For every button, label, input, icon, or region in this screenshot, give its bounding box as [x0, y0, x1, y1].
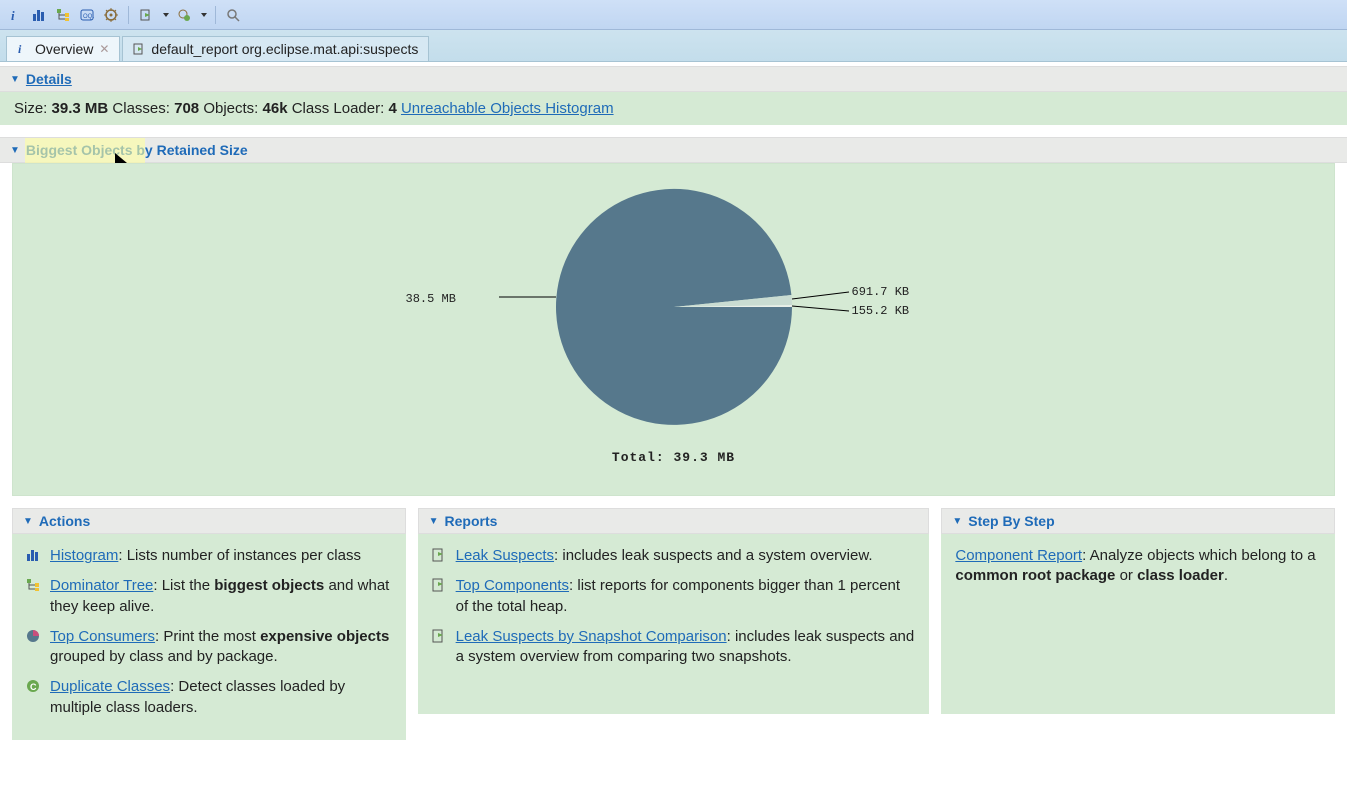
section-header-stepbystep[interactable]: ▼ Step By Step [941, 508, 1335, 534]
report-icon [432, 629, 448, 668]
unreachable-link[interactable]: Unreachable Objects Histogram [401, 100, 614, 117]
tab-label: default_report org.eclipse.mat.api:suspe… [151, 41, 418, 57]
oql-icon[interactable]: OQL [78, 6, 96, 24]
classloader-label: Class Loader: [292, 100, 385, 117]
item-text: : Analyze objects which belong to a [1082, 547, 1315, 564]
dropdown-caret-icon[interactable] [201, 13, 207, 17]
item-text: grouped by class and by package. [50, 648, 278, 665]
top-components-link[interactable]: Top Components [456, 577, 569, 594]
item-bold: biggest objects [214, 577, 324, 594]
objects-value: 46k [263, 100, 288, 117]
toolbar-separator [128, 6, 129, 24]
tab-default-report[interactable]: default_report org.eclipse.mat.api:suspe… [122, 36, 429, 61]
list-item: Component Report: Analyze objects which … [955, 546, 1321, 587]
section-title: Details [26, 71, 72, 87]
item-bold: expensive objects [260, 628, 389, 645]
pie-icon [26, 629, 42, 668]
item-bold: common root package [955, 567, 1115, 584]
section-header-reports[interactable]: ▼ Reports [418, 508, 930, 534]
leak-suspects-link[interactable]: Leak Suspects [456, 547, 554, 564]
section-header-actions[interactable]: ▼ Actions [12, 508, 406, 534]
twisty-icon: ▼ [10, 74, 20, 85]
stepbystep-column: ▼ Step By Step Component Report: Analyze… [941, 508, 1335, 740]
section-title: Step By Step [968, 513, 1054, 529]
info-icon: i [17, 43, 29, 55]
classes-label: Classes: [112, 100, 170, 117]
section-header-details[interactable]: ▼ Details [0, 66, 1347, 92]
item-text: : Print the most [155, 628, 260, 645]
svg-text:i: i [18, 43, 22, 55]
component-report-link[interactable]: Component Report [955, 547, 1082, 564]
run-gear-icon[interactable] [175, 6, 193, 24]
twisty-icon: ▼ [429, 516, 439, 527]
svg-text:OQL: OQL [83, 14, 94, 20]
top-consumers-link[interactable]: Top Consumers [50, 628, 155, 645]
section-title: Actions [39, 513, 90, 529]
list-item: Leak Suspects: includes leak suspects an… [432, 546, 916, 566]
histogram-icon[interactable] [30, 6, 48, 24]
size-label: Size: [14, 100, 47, 117]
toolbar-separator [215, 6, 216, 24]
gear-icon[interactable] [102, 6, 120, 24]
bottom-grid: ▼ Actions Histogram: Lists number of ins… [0, 496, 1347, 752]
run-icon[interactable] [137, 6, 155, 24]
pie-chart-panel: 38.5 MB 691.7 KB 155.2 KB Total: 39.3 MB [12, 163, 1335, 496]
info-icon[interactable]: i [6, 6, 24, 24]
report-icon [133, 43, 145, 55]
list-item: Histogram: Lists number of instances per… [26, 546, 392, 566]
twisty-icon: ▼ [952, 516, 962, 527]
list-item: Dominator Tree: List the biggest objects… [26, 576, 392, 617]
list-item: Top Components: list reports for compone… [432, 576, 916, 617]
classloader-value: 4 [388, 100, 396, 117]
close-icon[interactable]: ✕ [99, 42, 109, 56]
histogram-link[interactable]: Histogram [50, 547, 118, 564]
twisty-icon: ▼ [23, 516, 33, 527]
section-title: Biggest Objects by Retained Size [26, 142, 248, 158]
section-title: Reports [445, 513, 498, 529]
svg-text:C: C [30, 682, 37, 692]
svg-text:i: i [11, 8, 15, 22]
main-content: ▼ Details Size: 39.3 MB Classes: 708 Obj… [0, 66, 1347, 752]
tree-icon [26, 578, 42, 617]
dropdown-caret-icon[interactable] [163, 13, 169, 17]
duplicate-icon: C [26, 679, 42, 718]
item-text: : List the [153, 577, 214, 594]
histogram-icon [26, 548, 42, 566]
list-item: C Duplicate Classes: Detect classes load… [26, 677, 392, 718]
search-icon[interactable] [224, 6, 242, 24]
report-icon [432, 578, 448, 617]
pie-slice-label: 155.2 KB [852, 304, 910, 318]
item-text: or [1115, 567, 1137, 584]
item-text: . [1224, 567, 1228, 584]
details-panel: Size: 39.3 MB Classes: 708 Objects: 46k … [0, 92, 1347, 125]
actions-body: Histogram: Lists number of instances per… [12, 534, 406, 740]
list-item: Leak Suspects by Snapshot Comparison: in… [432, 627, 916, 668]
pie-slice-label: 691.7 KB [852, 285, 910, 299]
item-text: : Lists number of instances per class [118, 547, 361, 564]
section-header-biggest[interactable]: ▼ Biggest Objects by Retained Size [0, 137, 1347, 163]
duplicate-classes-link[interactable]: Duplicate Classes [50, 678, 170, 695]
pie-slice-label: 38.5 MB [406, 292, 456, 306]
item-text: : includes leak suspects and a system ov… [554, 547, 873, 564]
tab-bar: i Overview ✕ default_report org.eclipse.… [0, 30, 1347, 62]
report-icon [432, 548, 448, 566]
stepbystep-body: Component Report: Analyze objects which … [941, 534, 1335, 714]
size-value: 39.3 MB [52, 100, 109, 117]
actions-column: ▼ Actions Histogram: Lists number of ins… [12, 508, 406, 740]
tab-overview[interactable]: i Overview ✕ [6, 36, 120, 61]
leak-suspects-compare-link[interactable]: Leak Suspects by Snapshot Comparison [456, 628, 727, 645]
tab-label: Overview [35, 41, 93, 57]
tree-icon[interactable] [54, 6, 72, 24]
main-toolbar: i OQL [0, 0, 1347, 30]
pie-total-label: Total: 39.3 MB [394, 450, 954, 465]
reports-column: ▼ Reports Leak Suspects: includes leak s… [418, 508, 930, 740]
list-item: Top Consumers: Print the most expensive … [26, 627, 392, 668]
twisty-icon: ▼ [10, 145, 20, 156]
dominator-tree-link[interactable]: Dominator Tree [50, 577, 153, 594]
reports-body: Leak Suspects: includes leak suspects an… [418, 534, 930, 714]
classes-value: 708 [174, 100, 199, 117]
objects-label: Objects: [203, 100, 258, 117]
item-bold: class loader [1137, 567, 1224, 584]
